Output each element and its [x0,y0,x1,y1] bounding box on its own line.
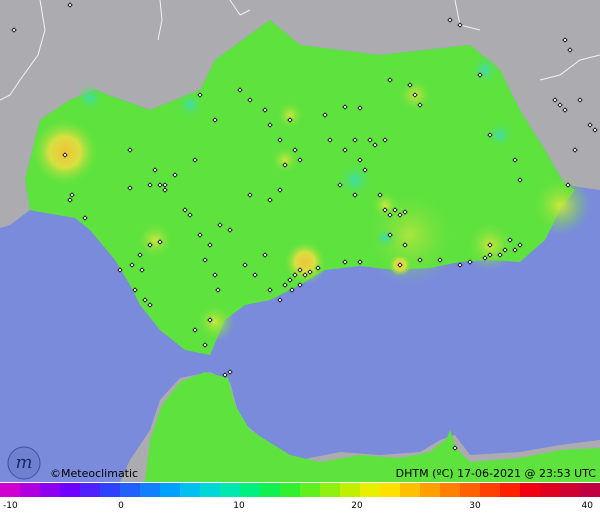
color-scale-swatch [420,483,441,497]
color-scale-label: 20 [351,501,363,511]
color-scale-swatch [100,483,121,497]
color-scale-swatch [480,483,501,497]
color-scale-swatch [300,483,321,497]
color-scale-swatch [460,483,481,497]
color-scale-swatch [220,483,241,497]
color-scale-swatch [20,483,41,497]
color-scale-swatch [200,483,221,497]
color-scale-swatch [380,483,401,497]
color-scale-swatch [580,483,600,497]
color-scale-label: 10 [233,501,245,511]
color-scale-swatch [400,483,421,497]
color-scale-swatch [360,483,381,497]
color-scale-swatch [540,483,561,497]
temperature-map: m ©Meteoclimatic DHTM (ºC) 17-06-2021 @ … [0,0,600,517]
color-scale-swatch [500,483,521,497]
color-scale-swatch [180,483,201,497]
color-scale-swatch [40,483,61,497]
color-scale-swatch [440,483,461,497]
color-scale-swatch [120,483,141,497]
color-scale-label: -10 [3,501,18,511]
color-scale-label: 40 [582,501,594,511]
color-scale-swatch [280,483,301,497]
color-scale-swatch [140,483,161,497]
color-scale-label: 0 [118,501,124,511]
color-scale-swatch [160,483,181,497]
color-scale-swatch [80,483,101,497]
color-scale-swatch [240,483,261,497]
color-scale-swatch [560,483,581,497]
color-scale-swatch [0,483,21,497]
caption-label: DHTM (ºC) 17-06-2021 @ 23:53 UTC [396,467,597,480]
color-scale-swatch [260,483,281,497]
color-scale-swatch [60,483,81,497]
color-scale-bar [0,483,600,497]
brand-label: ©Meteoclimatic [50,467,138,480]
color-scale-label: 30 [469,501,481,511]
logo-letter: m [15,452,32,473]
color-scale-swatch [340,483,361,497]
color-scale-swatch [320,483,341,497]
color-scale-swatch [520,483,541,497]
